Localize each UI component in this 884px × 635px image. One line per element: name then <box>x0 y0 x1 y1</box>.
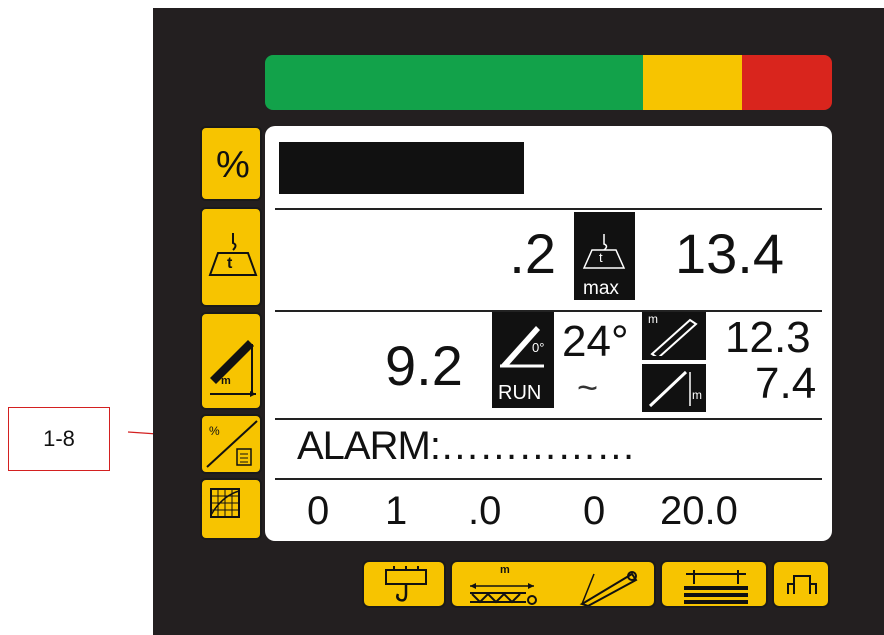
bottom-value-2: 1 <box>385 489 408 533</box>
angle-icon-sub: 0° <box>532 340 545 355</box>
max-load-icon: t max <box>574 212 635 300</box>
bottom-value-3: .0 <box>468 489 502 533</box>
boom-length-icon: m <box>642 312 706 360</box>
setup-button[interactable] <box>772 560 830 608</box>
alarm-text: ALARM:…………… <box>297 424 636 468</box>
bottom-value-1: 0 <box>307 489 330 533</box>
divider <box>275 478 822 480</box>
counterweight-button[interactable] <box>660 560 768 608</box>
wave-symbol: ~ <box>577 367 599 408</box>
bottom-value-5: 20.0 <box>660 489 738 533</box>
max-load-value: 13.4 <box>675 222 784 285</box>
divider <box>275 418 822 420</box>
length-icon-m: m <box>648 312 658 326</box>
hook-block-icon <box>385 566 427 602</box>
max-icon-t: t <box>599 250 603 265</box>
load-bar-red <box>742 55 832 110</box>
outrigger-label: m <box>500 564 510 576</box>
alarm-limit-icon: % <box>206 420 258 468</box>
load-chart-button[interactable] <box>200 478 262 540</box>
height-icon-m: m <box>692 388 702 402</box>
actual-load-value: .2 <box>509 222 556 285</box>
load-bar-yellow <box>642 55 743 110</box>
grid-chart-icon <box>210 488 240 518</box>
boom-button[interactable]: m <box>200 312 262 410</box>
load-button[interactable]: t <box>200 207 262 307</box>
boom-length-value: 12.3 <box>725 313 811 362</box>
percent-label: % <box>216 144 250 186</box>
load-bar-green <box>265 55 643 110</box>
max-label: max <box>583 278 619 299</box>
counterweight-icon <box>684 570 748 604</box>
load-button-label: t <box>227 255 233 272</box>
run-label: RUN <box>498 382 542 404</box>
boom-radius-icon <box>210 340 256 397</box>
radius-value: 9.2 <box>385 334 463 397</box>
boom-button-label: m <box>221 375 231 387</box>
outrigger-jib-button[interactable]: m <box>450 560 656 608</box>
svg-text:%: % <box>209 424 220 438</box>
alarm-settings-button[interactable]: % <box>200 414 262 474</box>
outrigger-icon <box>470 571 638 606</box>
divider <box>275 208 822 210</box>
load-weight-icon <box>208 233 258 276</box>
hook-block-button[interactable] <box>362 560 446 608</box>
percent-bar-display <box>279 142 524 194</box>
percent-button[interactable]: % <box>200 126 262 201</box>
run-angle-icon: 0° RUN <box>492 312 554 408</box>
height-value: 7.4 <box>755 359 817 408</box>
display-screen: .2 t max 13.4 9.2 0° RUN 24° ~ m m 12.3 … <box>265 126 832 541</box>
crane-setup-icon <box>787 575 817 594</box>
height-icon: m <box>642 364 706 412</box>
bottom-value-4: 0 <box>583 489 606 533</box>
load-indicator-bar <box>265 55 832 110</box>
boom-angle-value: 24° <box>562 317 629 366</box>
